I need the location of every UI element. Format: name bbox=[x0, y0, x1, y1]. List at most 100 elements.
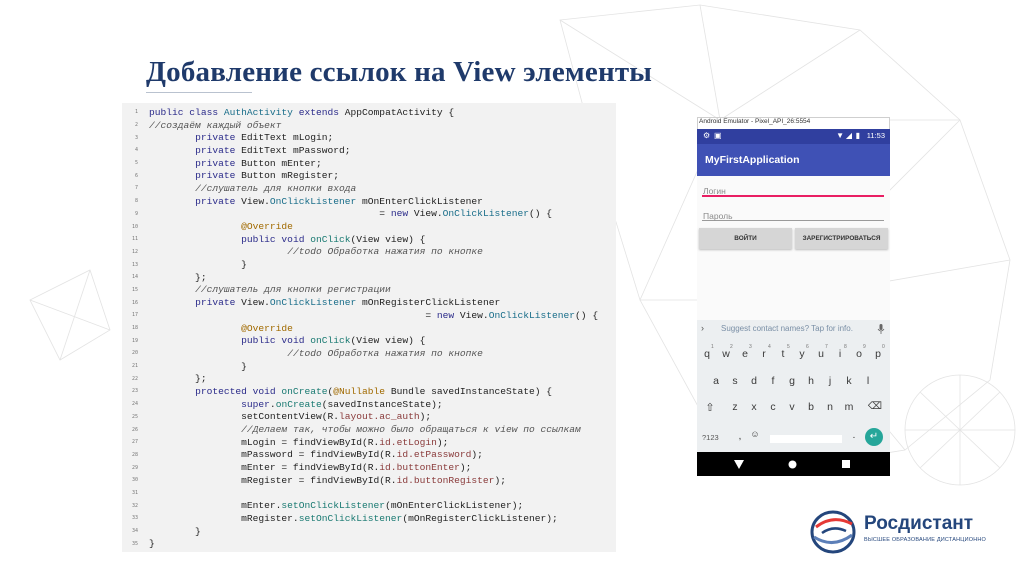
key-n[interactable]: n bbox=[821, 401, 839, 413]
key-l[interactable]: l bbox=[859, 375, 877, 387]
key-j[interactable]: j bbox=[821, 375, 839, 387]
code-token: }; bbox=[149, 271, 207, 283]
navigation-bar bbox=[697, 452, 890, 476]
enter-icon[interactable]: ↵ bbox=[865, 428, 883, 446]
code-text: //todo Обработка нажатия по кнопке bbox=[149, 246, 483, 257]
app-title: MyFirstApplication bbox=[705, 154, 800, 166]
shift-icon[interactable]: ⇧ bbox=[701, 401, 719, 414]
mic-icon[interactable] bbox=[877, 324, 885, 334]
recents-nav-icon[interactable] bbox=[842, 460, 850, 468]
code-text: mEnter.setOnClickListener(mOnEnterClickL… bbox=[149, 500, 523, 511]
key-d[interactable]: d bbox=[745, 375, 763, 387]
line-number: 27 bbox=[131, 439, 138, 446]
code-token: onClick bbox=[310, 335, 351, 347]
code-line: 13 } bbox=[122, 258, 616, 271]
suggestion-bar[interactable]: › Suggest contact names? Tap for info. bbox=[697, 320, 890, 338]
code-text: //слушатель для кнопки регистрации bbox=[149, 284, 391, 295]
code-line: 18 @Override bbox=[122, 322, 616, 335]
code-line: 34 } bbox=[122, 525, 616, 538]
code-token: private bbox=[195, 132, 242, 144]
key-b[interactable]: b bbox=[802, 401, 820, 413]
code-token: onCreate bbox=[275, 398, 322, 410]
key-s[interactable]: s bbox=[726, 375, 744, 387]
code-line: 6 private Button mRegister; bbox=[122, 169, 616, 182]
symbols-key[interactable]: ?123 bbox=[702, 433, 719, 442]
key-z[interactable]: z bbox=[726, 401, 744, 413]
signal-icon: ◢ bbox=[845, 131, 852, 140]
space-bar[interactable] bbox=[770, 435, 842, 443]
enter-button[interactable]: ВОЙТИ bbox=[699, 228, 792, 249]
code-text: private Button mEnter; bbox=[149, 158, 322, 169]
key-v[interactable]: v bbox=[783, 401, 801, 413]
code-token: OnClickListener bbox=[442, 208, 529, 220]
code-line: 26 //Делаем так, чтобы можно было обраща… bbox=[122, 423, 616, 436]
status-bar: ⚙ ▣ ▼ ◢ ▮ 11:53 bbox=[697, 129, 890, 144]
code-line: 16 private View.OnClickListener mOnRegis… bbox=[122, 296, 616, 309]
code-token: } bbox=[149, 259, 247, 271]
code-token: public void bbox=[241, 335, 311, 347]
login-field[interactable] bbox=[702, 181, 885, 197]
login-input[interactable] bbox=[702, 186, 885, 196]
register-button[interactable]: ЗАРЕГИСТРИРОВАТЬСЯ bbox=[795, 228, 888, 249]
code-text: //создаём каждый объект bbox=[149, 120, 281, 131]
back-nav-icon[interactable] bbox=[734, 460, 744, 469]
key-h[interactable]: h bbox=[802, 375, 820, 387]
code-token: OnClickListener bbox=[269, 297, 357, 309]
line-number: 34 bbox=[131, 528, 138, 535]
key-c[interactable]: c bbox=[764, 401, 782, 413]
password-field[interactable] bbox=[702, 206, 885, 221]
line-number: 29 bbox=[131, 464, 138, 471]
period-key[interactable]: . bbox=[845, 429, 863, 441]
key-hint-digit: 2 bbox=[730, 344, 733, 350]
code-line: 22 }; bbox=[122, 372, 616, 385]
code-line: 14 }; bbox=[122, 271, 616, 284]
emoji-icon[interactable]: ☺ bbox=[746, 429, 764, 439]
code-line: 25 setContentView(R.layout.ac_auth); bbox=[122, 411, 616, 424]
suggestion-text[interactable]: Suggest contact names? Tap for info. bbox=[721, 324, 853, 333]
key-k[interactable]: k bbox=[840, 375, 858, 387]
code-token: ); bbox=[459, 462, 472, 474]
code-token: layout.ac_auth bbox=[339, 411, 420, 423]
code-token: setOnClickListener bbox=[281, 500, 386, 512]
line-number: 4 bbox=[134, 147, 138, 154]
code-token: Button mRegister; bbox=[241, 170, 339, 182]
code-line: 30 mRegister = findViewById(R.id.buttonR… bbox=[122, 474, 616, 487]
line-number: 15 bbox=[131, 286, 138, 293]
key-g[interactable]: g bbox=[783, 375, 801, 387]
line-number: 17 bbox=[131, 312, 138, 319]
key-m[interactable]: m bbox=[840, 401, 858, 413]
line-number: 10 bbox=[131, 223, 138, 230]
key-hint-digit: 9 bbox=[863, 344, 866, 350]
code-text: mRegister.setOnClickListener(mOnRegister… bbox=[149, 513, 558, 524]
code-token: @Nullable bbox=[333, 385, 386, 397]
code-token: onClick bbox=[310, 233, 351, 245]
battery-icon: ▮ bbox=[855, 131, 860, 140]
code-token: () { bbox=[529, 208, 553, 220]
home-nav-icon[interactable] bbox=[788, 460, 797, 469]
key-a[interactable]: a bbox=[707, 375, 725, 387]
title-underline bbox=[146, 92, 252, 93]
key-f[interactable]: f bbox=[764, 375, 782, 387]
code-text: private View.OnClickListener mOnEnterCli… bbox=[149, 196, 483, 207]
password-input[interactable] bbox=[702, 211, 885, 221]
code-text: } bbox=[149, 259, 247, 270]
line-number: 5 bbox=[134, 160, 138, 167]
line-number: 24 bbox=[131, 401, 138, 408]
code-line: 1 public class AuthActivity extends AppCo… bbox=[122, 106, 616, 119]
backspace-icon[interactable]: ⌫ bbox=[866, 401, 884, 412]
code-token: View. bbox=[413, 208, 443, 220]
status-time: 11:53 bbox=[866, 131, 885, 140]
line-number: 26 bbox=[131, 426, 138, 433]
code-token: @Override bbox=[241, 322, 293, 334]
chevron-right-icon[interactable]: › bbox=[701, 323, 704, 333]
code-token: onCreate bbox=[281, 385, 328, 397]
code-token: ); bbox=[436, 436, 449, 448]
code-token: ); bbox=[494, 474, 506, 486]
code-line: 2 //создаём каждый объект bbox=[122, 119, 616, 132]
code-token: id.etPassword bbox=[396, 449, 472, 461]
key-x[interactable]: x bbox=[745, 401, 763, 413]
